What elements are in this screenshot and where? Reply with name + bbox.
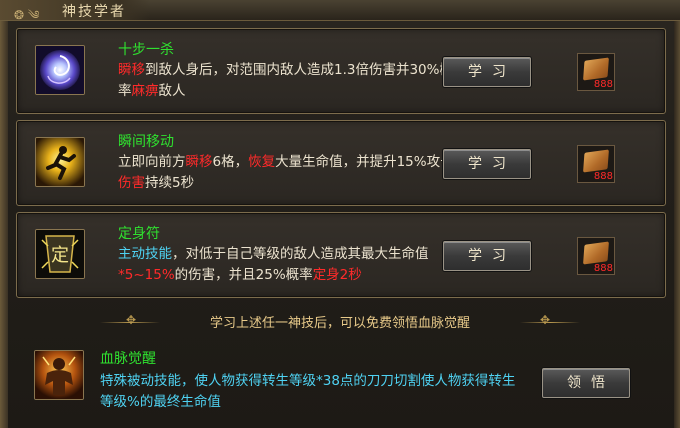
- window-title: 神技学者: [62, 4, 126, 20]
- skill-name: 十步一杀: [118, 42, 174, 58]
- section-divider: ✥ 学习上述任一神技后，可以免费领悟血脉觉醒 ✥: [0, 311, 680, 333]
- whirlwind-skill-icon: [35, 45, 85, 95]
- skill-description: 特殊被动技能，使人物获得转生等级*38点的刀刀切割使人物获得转生等级%的最终生命…: [100, 373, 516, 410]
- skill-window: ❂ ༄ 神技学者 十步一杀 瞬移到敌人身后，对范围内敌人造成1.3倍伤害并30%…: [0, 0, 680, 428]
- learn-button[interactable]: 学习: [443, 57, 531, 87]
- item-count: 888: [593, 263, 613, 274]
- sprint-skill-icon: [35, 137, 85, 187]
- skill-name: 瞬间移动: [118, 134, 174, 150]
- bloodline-skill-icon: [34, 350, 84, 400]
- item-count: 888: [593, 171, 613, 182]
- window-frame-left: [0, 0, 8, 428]
- scroll-icon: [583, 241, 609, 265]
- skill-name: 血脉觉醒: [100, 351, 156, 367]
- skill-book-item[interactable]: 888: [577, 237, 615, 275]
- skill-description: 立即向前方瞬移6格，恢复大量生命值，并提升15%攻击伤害持续5秒: [118, 154, 454, 191]
- skill-description: 主动技能，对低于自己等级的敌人造成其最大生命值*5~15%的伤害，并且25%概率…: [118, 246, 429, 283]
- skill-name: 定身符: [118, 226, 160, 242]
- title-bar: ❂ ༄ 神技学者: [0, 0, 680, 22]
- learn-button[interactable]: 学习: [443, 241, 531, 271]
- svg-text:定: 定: [51, 245, 69, 266]
- item-count: 888: [593, 79, 613, 90]
- skill-row: 瞬间移动 立即向前方瞬移6格，恢复大量生命值，并提升15%攻击伤害持续5秒 学习…: [16, 120, 666, 206]
- scroll-icon: [583, 57, 609, 81]
- divider-line: [520, 322, 580, 323]
- skill-description: 瞬移到敌人身后，对范围内敌人造成1.3倍伤害并30%概率麻痹敌人: [118, 62, 453, 99]
- skill-row: 定 定身符 主动技能，对低于自己等级的敌人造成其最大生命值*5~15%的伤害，并…: [16, 212, 666, 298]
- window-frame-right: [674, 0, 680, 428]
- talisman-skill-icon: 定: [35, 229, 85, 279]
- learn-button[interactable]: 学习: [443, 149, 531, 179]
- skill-book-item[interactable]: 888: [577, 145, 615, 183]
- comprehend-button[interactable]: 领悟: [542, 368, 630, 398]
- ornament-icon: ✥: [540, 313, 551, 327]
- skill-book-item[interactable]: 888: [577, 53, 615, 91]
- skill-row: 十步一杀 瞬移到敌人身后，对范围内敌人造成1.3倍伤害并30%概率麻痹敌人 学习…: [16, 28, 666, 114]
- bloodline-section: 血脉觉醒 特殊被动技能，使人物获得转生等级*38点的刀刀切割使人物获得转生等级%…: [16, 338, 664, 428]
- scroll-icon: [583, 149, 609, 173]
